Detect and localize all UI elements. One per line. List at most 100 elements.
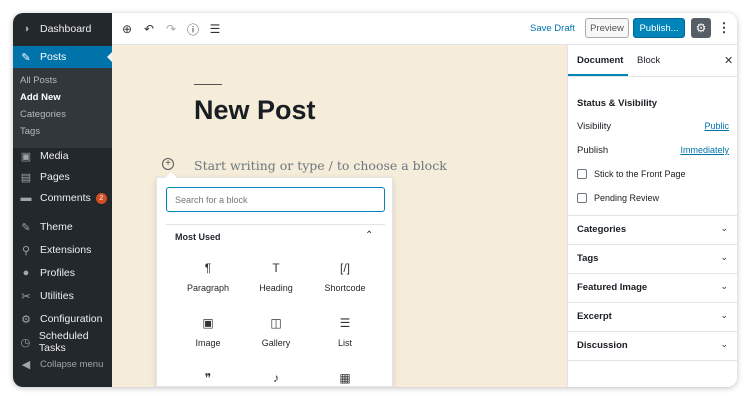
gallery-icon: ◫: [270, 316, 282, 330]
panel-section-excerpt[interactable]: Excerpt: [577, 311, 612, 322]
status-visibility-heading[interactable]: Status & Visibility: [577, 98, 657, 109]
sidebar-item-utilities[interactable]: ✂ Utilities: [13, 285, 112, 307]
wrench-icon: ✂: [21, 290, 31, 303]
sidebar-item-extensions[interactable]: ⚲ Extensions: [13, 239, 112, 261]
editor-canvas[interactable]: New Post + Start writing or type / to ch…: [112, 13, 567, 387]
block-placeholder[interactable]: Start writing or type / to choose a bloc…: [194, 158, 447, 173]
posts-submenu: All Posts Add New Categories Tags: [13, 68, 112, 148]
cover-icon: ▦: [339, 371, 351, 385]
pages-icon: ▤: [20, 171, 32, 184]
sidebar-item-label: Posts: [40, 51, 67, 63]
sidebar-item-media[interactable]: ▣ Media: [13, 145, 112, 167]
visibility-link[interactable]: Public: [704, 121, 729, 131]
user-icon: ●: [22, 267, 30, 279]
divider: [568, 244, 737, 245]
submenu-item[interactable]: Categories: [20, 109, 66, 120]
editor-toolbar: ⊕ ↶ ↷ ⓘ ☰ Save Draft Preview Publish... …: [112, 13, 737, 45]
image-icon: ▣: [202, 316, 214, 330]
title-divider: [194, 84, 222, 85]
block-label: Image: [195, 338, 221, 348]
undo-icon[interactable]: ↶: [141, 21, 157, 37]
block-item[interactable]: ▣ Image: [173, 315, 243, 348]
divider: [568, 360, 737, 361]
sidebar-item-configuration[interactable]: ⚙ Configuration: [13, 308, 112, 330]
list-icon: ☰: [339, 316, 351, 330]
block-item[interactable]: T Heading: [241, 260, 311, 293]
more-options-icon[interactable]: ⋮: [718, 19, 731, 37]
outline-icon[interactable]: ☰: [207, 21, 223, 37]
sidebar-item-scheduled-tasks[interactable]: ◷ Scheduled Tasks: [13, 330, 112, 354]
chevron-down-icon[interactable]: ⌄: [720, 281, 728, 292]
sidebar-item-posts[interactable]: ✎ Posts: [13, 46, 112, 68]
panel-section-featured-image[interactable]: Featured Image: [577, 282, 647, 293]
preview-button[interactable]: Preview: [585, 18, 629, 38]
add-block-icon[interactable]: +: [162, 158, 174, 170]
chevron-down-icon[interactable]: ⌄: [720, 339, 728, 350]
redo-icon[interactable]: ↷: [163, 21, 179, 37]
block-label: List: [337, 338, 352, 348]
publish-date-link[interactable]: Immediately: [680, 145, 729, 155]
post-title[interactable]: New Post: [194, 95, 316, 126]
publish-label: Publish: [577, 145, 609, 156]
audio-icon: ♪: [273, 371, 279, 385]
block-item[interactable]: ¶ Paragraph: [173, 260, 243, 293]
collapse-label: Collapse menu: [40, 358, 104, 370]
collapse-icon: ◀: [21, 358, 31, 371]
save-draft-button[interactable]: Save Draft: [530, 23, 575, 34]
close-icon[interactable]: ✕: [724, 54, 733, 67]
divider: [568, 215, 737, 216]
most-used-heading[interactable]: Most Used: [175, 232, 221, 242]
tab-document[interactable]: Document: [577, 55, 623, 66]
submenu-item[interactable]: All Posts: [20, 75, 57, 86]
block-item[interactable]: ▦: [310, 370, 380, 387]
block-label: Gallery: [261, 338, 291, 348]
add-block-toolbar-icon[interactable]: ⊕: [119, 21, 135, 37]
sidebar-item-comments[interactable]: ▬ Comments 2: [13, 187, 112, 209]
publish-button[interactable]: Publish...: [633, 18, 685, 38]
sidebar-item-label: Theme: [40, 221, 73, 233]
sidebar-item-dashboard[interactable]: ◑ Dashboard: [13, 18, 112, 40]
app-window: ◑ Dashboard ✎ Posts ▣ Media ▤ Pages ▬ Comments 2 ✎ T…: [13, 13, 737, 387]
block-item[interactable]: ☰ List: [310, 315, 380, 348]
pending-review-checkbox[interactable]: [577, 193, 587, 203]
divider: [568, 273, 737, 274]
chevron-down-icon[interactable]: ⌄: [720, 310, 728, 321]
chevron-up-icon[interactable]: ⌃: [365, 230, 373, 241]
shortcode-icon: [/]: [339, 261, 350, 275]
sidebar-item-label: Dashboard: [40, 23, 92, 35]
sidebar-item-label: Profiles: [40, 267, 76, 279]
info-icon[interactable]: ⓘ: [185, 21, 201, 37]
chevron-down-icon[interactable]: ⌄: [720, 252, 728, 263]
clock-icon: ◷: [20, 336, 31, 349]
panel-section-categories[interactable]: Categories: [577, 224, 626, 235]
sidebar-item-label: Comments: [40, 192, 91, 204]
block-inserter-popover: Most Used ⌃ ¶ Paragraph T Heading [/] Shortco…: [156, 172, 393, 387]
sidebar-item-pages[interactable]: ▤ Pages: [13, 166, 112, 188]
block-item[interactable]: ◫ Gallery: [241, 315, 311, 348]
submenu-item[interactable]: Tags: [20, 126, 40, 137]
sidebar-item-theme[interactable]: ✎ Theme: [13, 216, 112, 238]
tab-block[interactable]: Block: [637, 55, 660, 66]
sidebar-item-label: Media: [40, 150, 69, 162]
sidebar-item-label: Configuration: [40, 313, 103, 325]
pin-icon: ✎: [21, 51, 31, 64]
panel-section-tags[interactable]: Tags: [577, 253, 598, 264]
block-item[interactable]: [/] Shortcode: [310, 260, 380, 293]
brush-icon: ✎: [21, 221, 31, 234]
block-label: Heading: [259, 283, 293, 293]
collapse-menu-button[interactable]: ◀ Collapse menu: [13, 353, 112, 375]
block-item[interactable]: ❞: [173, 370, 243, 387]
heading-icon: T: [272, 261, 280, 275]
submenu-item[interactable]: Add New: [20, 92, 61, 103]
gear-icon[interactable]: ⚙: [691, 18, 711, 38]
block-search-input[interactable]: [166, 187, 385, 212]
chevron-down-icon[interactable]: ⌄: [720, 223, 728, 234]
sidebar-item-label: Pages: [40, 171, 70, 183]
admin-sidebar: ◑ Dashboard ✎ Posts ▣ Media ▤ Pages ▬ Comments 2 ✎ T…: [13, 13, 112, 387]
plugin-icon: ⚲: [21, 244, 31, 257]
stick-front-page-checkbox[interactable]: [577, 169, 587, 179]
block-item[interactable]: ♪: [241, 370, 311, 387]
panel-section-discussion[interactable]: Discussion: [577, 340, 628, 351]
sidebar-item-profiles[interactable]: ● Profiles: [13, 262, 112, 284]
quote-icon: ❞: [204, 371, 212, 385]
